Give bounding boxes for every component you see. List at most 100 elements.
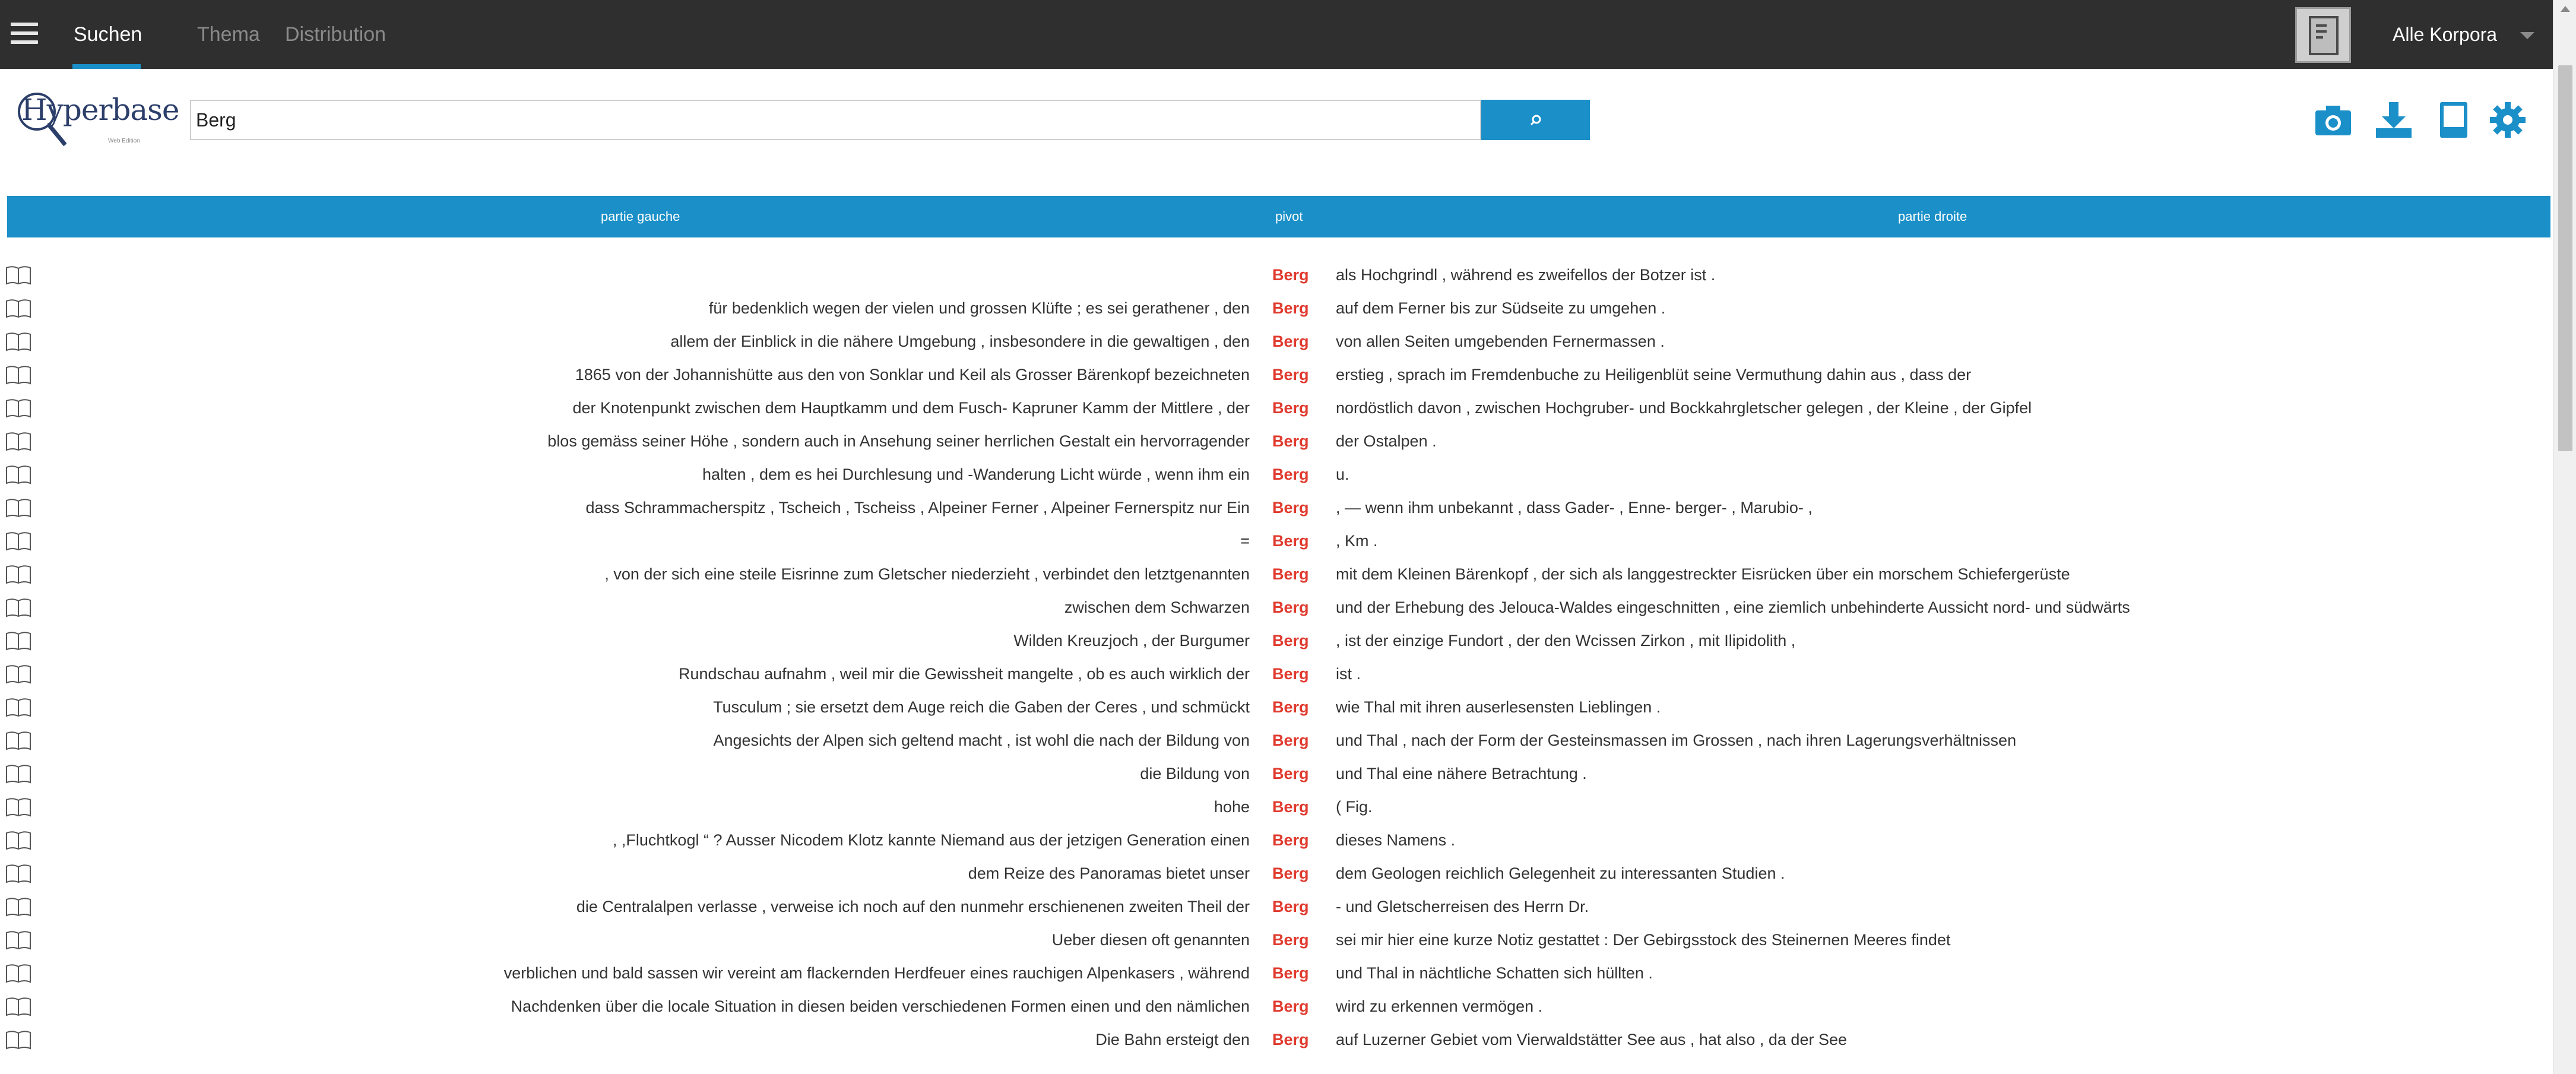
context-right: und Thal eine nähere Betrachtung . [1336, 765, 1587, 782]
context-left: verblichen und bald sassen wir vereint a… [503, 964, 1250, 982]
book-icon[interactable] [2433, 101, 2473, 139]
open-book-icon[interactable] [5, 465, 32, 485]
context-right: ist . [1336, 665, 1361, 683]
pivot-word[interactable]: Berg [1272, 458, 1309, 491]
context-right: - und Gletscherreisen des Herrn Dr. [1336, 898, 1589, 915]
open-book-icon[interactable] [5, 531, 32, 552]
active-tab-indicator [72, 64, 141, 69]
context-right: erstieg , sprach im Fremdenbuche zu Heil… [1336, 366, 1972, 384]
pivot-word[interactable]: Berg [1272, 591, 1309, 624]
open-book-icon[interactable] [5, 964, 32, 984]
gear-icon[interactable] [2488, 101, 2528, 139]
open-book-icon[interactable] [5, 565, 32, 585]
pivot-word[interactable]: Berg [1272, 258, 1309, 292]
pivot-word[interactable]: Berg [1272, 823, 1309, 857]
open-book-icon[interactable] [5, 265, 32, 286]
table-row: Nachdenken über die locale Situation in … [0, 990, 2553, 1023]
context-right: , Km . [1336, 532, 1378, 550]
context-right: , ist der einzige Fundort , der den Wcis… [1336, 632, 1796, 650]
logo-text: Hyperbase [21, 93, 179, 127]
search-button[interactable] [1481, 100, 1590, 140]
context-right: wird zu erkennen vermögen . [1336, 997, 1543, 1015]
open-book-icon[interactable] [5, 1030, 32, 1050]
tab-thema[interactable]: Thema [197, 23, 260, 46]
open-book-icon[interactable] [5, 598, 32, 618]
hamburger-menu-icon[interactable] [11, 23, 38, 44]
results-table-body: Berg als Hochgrindl , während es zweifell… [0, 258, 2553, 1056]
pivot-word[interactable]: Berg [1272, 956, 1309, 990]
open-book-icon[interactable] [5, 897, 32, 917]
open-book-icon[interactable] [5, 930, 32, 951]
tab-suchen[interactable]: Suchen [74, 23, 142, 46]
pivot-word[interactable]: Berg [1272, 358, 1309, 391]
table-row: zwischen dem Schwarzen Berg und der Erhebu… [0, 591, 2553, 624]
pivot-word[interactable]: Berg [1272, 923, 1309, 956]
top-nav-bar: Suchen Thema Distribution Alle Korpora [0, 0, 2553, 69]
context-right: dieses Namens . [1336, 831, 1456, 849]
open-book-icon[interactable] [5, 664, 32, 685]
chevron-down-icon[interactable] [2520, 32, 2534, 39]
pivot-word[interactable]: Berg [1272, 391, 1309, 424]
context-right: von allen Seiten umgebenden Fernermassen… [1336, 332, 1665, 350]
pivot-word[interactable]: Berg [1272, 890, 1309, 923]
vertical-scrollbar[interactable] [2553, 0, 2576, 1074]
table-row: dem Reize des Panoramas bietet unser Berg… [0, 857, 2553, 890]
context-right: dem Geologen reichlich Gelegenheit zu in… [1336, 864, 1785, 882]
context-left: hohe [1213, 798, 1250, 816]
pivot-word[interactable]: Berg [1272, 657, 1309, 690]
context-left: blos gemäss seiner Höhe , sondern auch i… [547, 432, 1250, 450]
context-right: sei mir hier eine kurze Notiz gestattet … [1336, 931, 1951, 949]
pivot-word[interactable]: Berg [1272, 524, 1309, 557]
download-icon[interactable] [2374, 101, 2414, 139]
camera-icon[interactable] [2313, 101, 2353, 139]
scroll-up-arrow-icon[interactable] [2561, 6, 2570, 12]
open-book-icon[interactable] [5, 432, 32, 452]
pivot-word[interactable]: Berg [1272, 1023, 1309, 1056]
context-left: = [1240, 532, 1250, 550]
context-left: die Bildung von [1140, 765, 1250, 782]
pivot-word[interactable]: Berg [1272, 790, 1309, 823]
context-left: Rundschau aufnahm , weil mir die Gewissh… [679, 665, 1250, 683]
pivot-word[interactable]: Berg [1272, 557, 1309, 591]
logo-subtitle: Web Edition [108, 138, 140, 144]
pivot-word[interactable]: Berg [1272, 624, 1309, 657]
pivot-word[interactable]: Berg [1272, 724, 1309, 757]
open-book-icon[interactable] [5, 864, 32, 884]
table-row: , ,Fluchtkogl “ ? Ausser Nicodem Klotz k… [0, 823, 2553, 857]
table-row: Wilden Kreuzjoch , der Burgumer Berg , ist… [0, 624, 2553, 657]
context-left: dass Schrammacherspitz , Tscheich , Tsch… [585, 499, 1250, 517]
context-left: Nachdenken über die locale Situation in … [511, 997, 1250, 1015]
open-book-icon[interactable] [5, 797, 32, 818]
open-book-icon[interactable] [5, 365, 32, 385]
open-book-icon[interactable] [5, 731, 32, 751]
tab-distribution[interactable]: Distribution [285, 23, 386, 46]
open-book-icon[interactable] [5, 398, 32, 419]
open-book-icon[interactable] [5, 831, 32, 851]
pivot-word[interactable]: Berg [1272, 690, 1309, 724]
open-book-icon[interactable] [5, 498, 32, 518]
header-partie-droite: partie droite [1898, 209, 1967, 224]
open-book-icon[interactable] [5, 764, 32, 784]
open-book-icon[interactable] [5, 631, 32, 651]
open-book-icon[interactable] [5, 698, 32, 718]
context-left: Angesichts der Alpen sich geltend macht … [713, 731, 1250, 749]
open-book-icon[interactable] [5, 299, 32, 319]
pivot-word[interactable]: Berg [1272, 491, 1309, 524]
table-row: Ueber diesen oft genannten Berg sei mir hi… [0, 923, 2553, 956]
context-right: als Hochgrindl , während es zweifellos d… [1336, 266, 1716, 284]
context-left: , ,Fluchtkogl “ ? Ausser Nicodem Klotz k… [612, 831, 1250, 849]
pivot-word[interactable]: Berg [1272, 757, 1309, 790]
corpus-selector[interactable]: Alle Korpora [2393, 24, 2497, 46]
pivot-word[interactable]: Berg [1272, 325, 1309, 358]
pivot-word[interactable]: Berg [1272, 990, 1309, 1023]
pivot-word[interactable]: Berg [1272, 292, 1309, 325]
context-left: die Centralalpen verlasse , verweise ich… [576, 898, 1250, 915]
open-book-icon[interactable] [5, 997, 32, 1017]
search-input[interactable] [190, 100, 1481, 140]
context-left: für bedenklich wegen der vielen und gros… [708, 299, 1250, 317]
scrollbar-thumb[interactable] [2558, 65, 2572, 451]
pivot-word[interactable]: Berg [1272, 424, 1309, 458]
open-book-icon[interactable] [5, 332, 32, 352]
pivot-word[interactable]: Berg [1272, 857, 1309, 890]
corpus-document-icon[interactable] [2295, 7, 2351, 63]
